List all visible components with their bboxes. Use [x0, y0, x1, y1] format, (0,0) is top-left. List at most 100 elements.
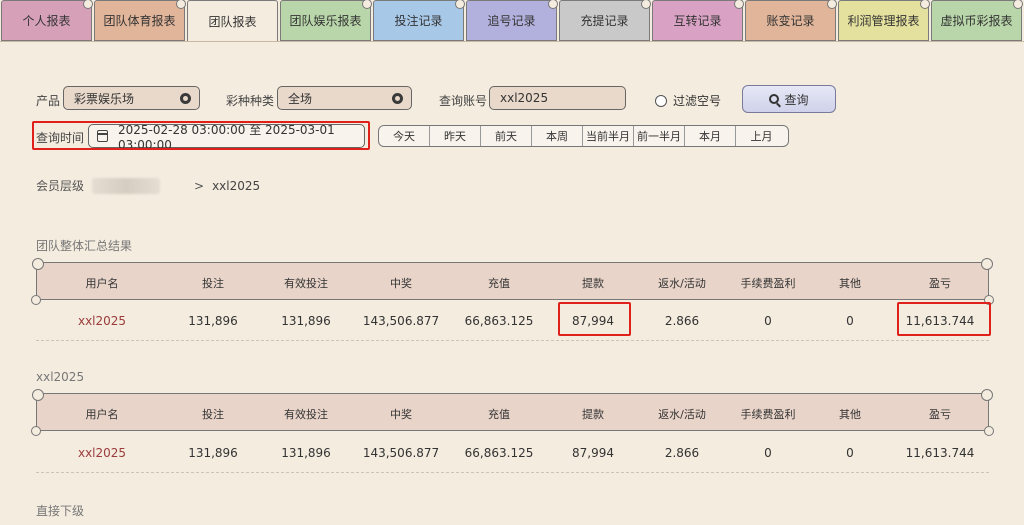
dropdown-icon	[392, 93, 403, 104]
highlight-profit-loss	[897, 302, 991, 336]
corner-ornament	[984, 426, 994, 436]
col-winning: 中奖	[390, 277, 412, 290]
redacted-member	[92, 177, 161, 194]
tab-label: 利润管理报表	[847, 14, 920, 28]
col-bet: 投注	[202, 277, 224, 290]
direct-subordinates-title: 直接下级	[36, 504, 85, 518]
filter-empty-option[interactable]: 过滤空号	[655, 92, 721, 109]
col-other: 其他	[839, 408, 861, 421]
quick-range-this-month[interactable]: 本月	[685, 126, 736, 146]
corner-ornament	[31, 295, 41, 305]
summary-other: 0	[846, 314, 854, 328]
lottery-type-value: 全场	[288, 91, 313, 106]
lottery-type-label: 彩种种类	[226, 94, 275, 108]
summary-winning: 143,506.877	[362, 314, 440, 328]
col-fee-profit: 手续费盈利	[740, 277, 796, 290]
col-bet: 投注	[202, 408, 224, 421]
product-value: 彩票娱乐场	[74, 91, 135, 106]
dropdown-icon	[180, 93, 191, 104]
breadcrumb: 会员层级 > xxl2025	[36, 177, 260, 194]
col-winning: 中奖	[390, 408, 412, 421]
breadcrumb-current[interactable]: xxl2025	[212, 179, 260, 193]
tab-transfer-records[interactable]: 互转记录	[652, 0, 744, 41]
tab-label: 投注记录	[394, 14, 443, 28]
tab-team-report[interactable]: 团队报表	[187, 0, 278, 42]
col-rebate-activity: 返水/活动	[658, 277, 706, 290]
quick-range-yesterday[interactable]: 昨天	[430, 126, 481, 146]
user-withdraw: 87,994	[572, 446, 614, 460]
quick-range-this-week[interactable]: 本周	[532, 126, 583, 146]
col-valid-bet: 有效投注	[284, 408, 328, 421]
highlight-query-time	[32, 121, 370, 150]
tab-label: 账变记录	[766, 14, 815, 28]
tab-account-change-records[interactable]: 账变记录	[745, 0, 837, 41]
tab-bet-records[interactable]: 投注记录	[373, 0, 465, 41]
summary-deposit: 66,863.125	[464, 314, 534, 328]
product-label: 产品	[36, 94, 61, 108]
row-divider	[36, 340, 989, 341]
summary-valid-bet: 131,896	[281, 314, 331, 328]
summary-bet: 131,896	[188, 314, 238, 328]
col-rebate-activity: 返水/活动	[658, 408, 706, 421]
quick-range-current-half-month[interactable]: 当前半月	[583, 126, 634, 146]
tab-label: 个人报表	[22, 14, 71, 28]
user-winning: 143,506.877	[362, 446, 440, 460]
col-deposit: 充值	[488, 408, 510, 421]
tab-personal-report[interactable]: 个人报表	[1, 0, 93, 41]
query-button[interactable]: 查询	[742, 85, 836, 113]
tab-deposit-withdraw-records[interactable]: 充提记录	[559, 0, 651, 41]
quick-range-previous-half-month[interactable]: 前一半月	[634, 126, 685, 146]
col-username: 用户名	[85, 408, 119, 421]
tab-profit-management-report[interactable]: 利润管理报表	[838, 0, 930, 41]
quick-range-last-month[interactable]: 上月	[736, 126, 787, 146]
tab-chase-records[interactable]: 追号记录	[466, 0, 558, 41]
account-input[interactable]	[489, 86, 626, 110]
col-profit-loss: 盈亏	[929, 277, 951, 290]
col-other: 其他	[839, 277, 861, 290]
tab-crypto-lottery-report[interactable]: 虚拟币彩报表	[931, 0, 1023, 41]
user-rebate-activity: 2.866	[664, 446, 700, 460]
tab-label: 团队体育报表	[103, 14, 176, 28]
tab-label: 追号记录	[487, 14, 536, 28]
tab-label: 团队报表	[208, 15, 257, 29]
report-tab-bar: 个人报表 团队体育报表 团队报表 团队娱乐报表 投注记录 追号记录 充提记录 互…	[0, 0, 1024, 42]
col-profit-loss: 盈亏	[929, 408, 951, 421]
user-other: 0	[846, 446, 854, 460]
tab-team-sports-report[interactable]: 团队体育报表	[94, 0, 186, 41]
user-deposit: 66,863.125	[464, 446, 534, 460]
quick-range-today[interactable]: 今天	[379, 126, 430, 146]
tab-label: 团队娱乐报表	[289, 14, 362, 28]
col-username: 用户名	[85, 277, 119, 290]
query-button-label: 查询	[784, 92, 809, 107]
tab-label: 虚拟币彩报表	[940, 14, 1013, 28]
tab-label: 互转记录	[673, 14, 722, 28]
quick-range-day-before[interactable]: 前天	[481, 126, 532, 146]
account-label: 查询账号	[439, 94, 488, 108]
row-divider	[36, 472, 989, 473]
search-icon	[769, 94, 780, 104]
lottery-type-select[interactable]: 全场	[277, 86, 412, 110]
breadcrumb-separator: >	[194, 178, 205, 193]
tab-team-entertainment-report[interactable]: 团队娱乐报表	[280, 0, 372, 41]
col-withdraw: 提款	[582, 277, 604, 290]
filter-empty-label: 过滤空号	[673, 94, 722, 108]
quick-range-group: 今天 昨天 前天 本周 当前半月 前一半月 本月 上月	[378, 125, 789, 147]
user-bet: 131,896	[188, 446, 238, 460]
user-fee-profit: 0	[764, 446, 772, 460]
corner-ornament	[31, 426, 41, 436]
user-username[interactable]: xxl2025	[78, 446, 126, 460]
breadcrumb-label: 会员层级	[36, 179, 85, 193]
col-deposit: 充值	[488, 277, 510, 290]
tab-label: 充提记录	[580, 14, 629, 28]
product-select[interactable]: 彩票娱乐场	[63, 86, 200, 110]
col-fee-profit: 手续费盈利	[740, 408, 796, 421]
summary-section-title: 团队整体汇总结果	[36, 239, 133, 253]
user-profit-loss: 11,613.744	[905, 446, 975, 460]
user-section-title: xxl2025	[36, 370, 85, 384]
summary-username[interactable]: xxl2025	[78, 314, 126, 328]
user-valid-bet: 131,896	[281, 446, 331, 460]
col-valid-bet: 有效投注	[284, 277, 328, 290]
summary-fee-profit: 0	[764, 314, 772, 328]
radio-circle-icon[interactable]	[655, 94, 667, 107]
highlight-withdraw	[558, 302, 631, 336]
